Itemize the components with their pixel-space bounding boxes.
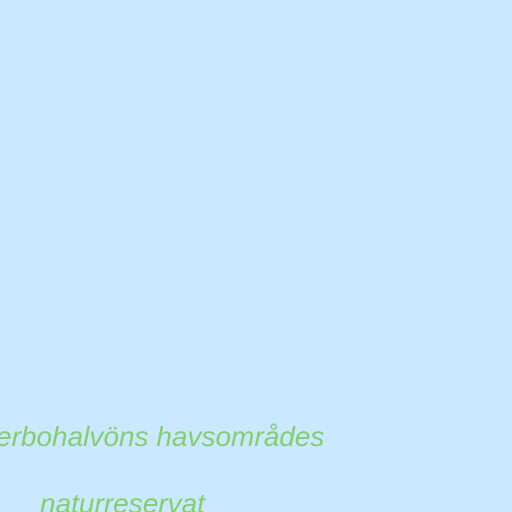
map-tile-water[interactable]: erbohalvöns havsområdes naturreservat — [0, 0, 512, 512]
nature-reserve-label-line-1: erbohalvöns havsområdes — [0, 421, 325, 452]
nature-reserve-label-line-2: naturreservat — [40, 488, 205, 512]
